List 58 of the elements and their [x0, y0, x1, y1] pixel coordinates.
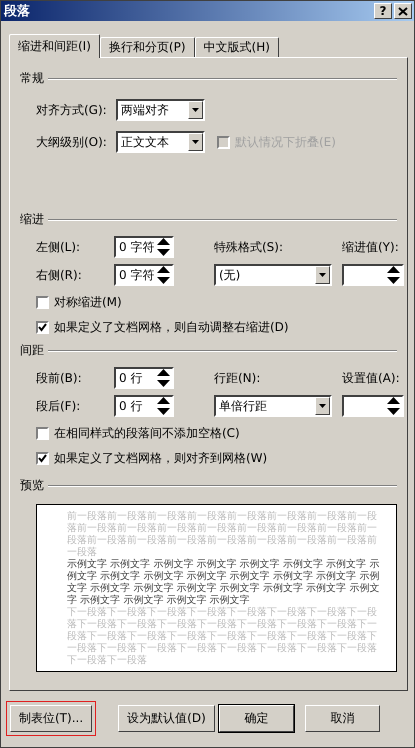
check-icon: [38, 323, 47, 332]
close-button[interactable]: [394, 3, 412, 19]
field-label: 右侧(R):: [36, 266, 83, 284]
special-indent-dropdown[interactable]: (无): [214, 264, 332, 286]
spin-field[interactable]: 0 字符: [114, 264, 174, 286]
field-label: 设置值(A):: [342, 370, 401, 386]
spin-field[interactable]: [342, 264, 404, 286]
preview-text: 前一段落前一段落前一段落前一段落前一段落前一段落前一段落前一段落前一段落前一段落前一段落前一段落前一段落前一段落前一段落前一段落前一段落前一段落前一段落前一段落前一段落前一段落前一段落前一段落: [67, 511, 378, 558]
dropdown-arrow-icon: [192, 140, 199, 144]
spin-arrows-icon: [386, 265, 401, 285]
checkbox[interactable]: [36, 296, 49, 309]
dialog-button[interactable]: 设为默认值(D): [118, 705, 215, 732]
close-icon: [398, 6, 408, 16]
spin-arrows-icon: [386, 396, 401, 416]
check-icon: [38, 454, 47, 463]
section-heading: 间距: [20, 342, 44, 359]
dropdown-arrow-icon: [192, 108, 199, 112]
field-label: 左侧(L):: [36, 238, 82, 256]
spin-field[interactable]: [342, 395, 404, 417]
outline-level-dropdown[interactable]: 正文文本: [116, 131, 205, 153]
checkbox[interactable]: [36, 452, 49, 465]
alignment-dropdown[interactable]: 两端对齐: [116, 99, 205, 121]
checkbox[interactable]: [36, 427, 49, 440]
spin-field[interactable]: 0 行: [114, 395, 174, 417]
checkbox-label: 在相同样式的段落间不添加空格(C): [54, 425, 240, 442]
field-label: 大纲级别(O):: [36, 134, 108, 150]
preview-text: 下一段落下一段落下一段落下一段落下一段落下一段落下一段落下一段落下一段落下一段落下一段落下一段落下一段落下一段落下一段落下一段落下一段落下一段落下一段落下一段落下一段落下一段落下一段落下一段落下一段落下一段落下一段落下一段落下一段落下一段落下一段落下一段落下一段落: [67, 607, 378, 667]
spin-arrows-icon: [156, 265, 171, 285]
checkbox[interactable]: [36, 321, 49, 334]
checkbox-label: 如果定义了文档网格，则对齐到网格(W): [54, 450, 268, 467]
checkbox-label: 对称缩进(M): [54, 294, 122, 311]
tab[interactable]: 中文版式(H): [194, 37, 279, 57]
field-label: 对齐方式(G):: [36, 102, 108, 118]
spin-arrows-icon: [156, 237, 171, 257]
spin-field[interactable]: 0 行: [114, 367, 174, 389]
preview-text: 示例文字 示例文字 示例文字 示例文字 示例文字 示例文字 示例文字 示例文字 示例文字 示例文字 示例文字 示例文字 示例文字 示例文字 示例文字 示例文字 示例文字 示例文字 示例文字 示例文字 示例文字 示例文字 示例文字 示例文字 示例文字 示例文字: [67, 559, 380, 606]
tab[interactable]: 换行和分页(P): [100, 37, 195, 57]
tab[interactable]: 缩进和间距(I): [9, 34, 100, 58]
dropdown-arrow-icon: [319, 404, 326, 408]
dialog-button[interactable]: 取消: [304, 705, 380, 732]
field-label: 特殊格式(S):: [214, 238, 284, 256]
dialog-button[interactable]: 制表位(T)...: [10, 705, 92, 732]
dialog-button[interactable]: 确定: [218, 705, 294, 732]
spin-field[interactable]: 0 字符: [114, 236, 174, 258]
field-label: 行距(N):: [214, 370, 262, 386]
help-button[interactable]: ?: [374, 3, 392, 19]
field-label: 段后(F):: [36, 398, 82, 414]
window-title: 段落: [4, 3, 31, 20]
section-heading: 缩进: [20, 211, 44, 228]
dropdown-arrow-icon: [319, 273, 326, 277]
section-heading: 常规: [20, 70, 44, 87]
spin-arrows-icon: [156, 368, 171, 388]
field-label: 段前(B):: [36, 370, 83, 386]
field-label: 缩进值(Y):: [342, 238, 400, 256]
section-heading: 预览: [20, 477, 44, 494]
spin-arrows-icon: [156, 396, 171, 416]
checkbox-label: 如果定义了文档网格，则自动调整右缩进(D): [54, 319, 289, 336]
line-spacing-dropdown[interactable]: 单倍行距: [214, 395, 332, 417]
